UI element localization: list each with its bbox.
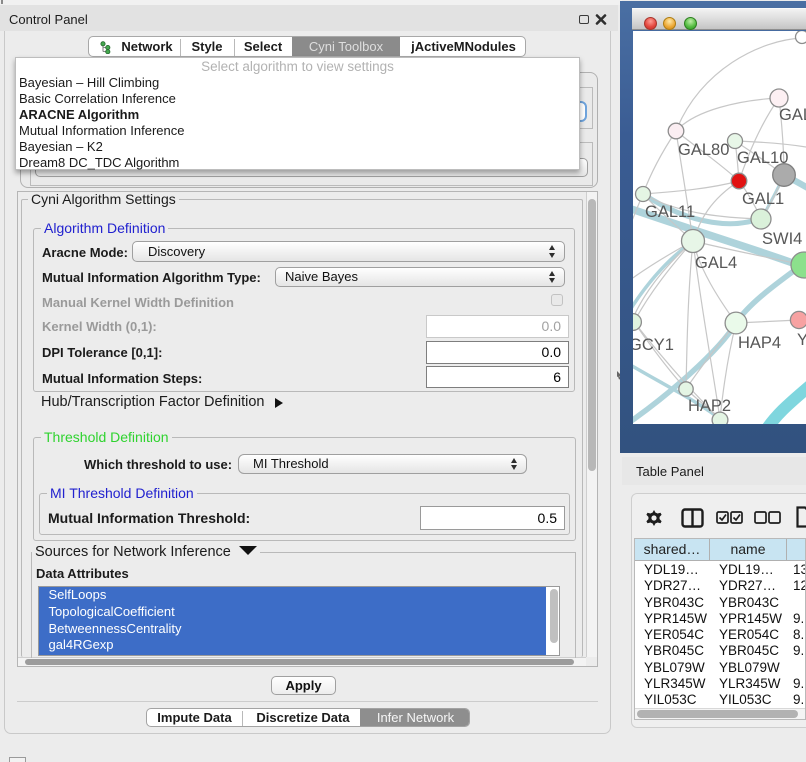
svg-text:Y: Y [797,331,806,349]
svg-text:GAL10: GAL10 [737,149,788,167]
svg-text:GAL2: GAL2 [779,106,806,124]
svg-text:GAL80: GAL80 [678,141,729,159]
svg-text:HAP4: HAP4 [738,334,781,352]
svg-text:SWI4: SWI4 [762,230,802,248]
svg-text:HAP2: HAP2 [688,397,731,415]
svg-text:GCY1: GCY1 [633,336,674,354]
svg-text:GAL4: GAL4 [695,254,737,272]
svg-text:GAL1: GAL1 [742,190,784,208]
svg-text:GAL11: GAL11 [645,203,695,221]
